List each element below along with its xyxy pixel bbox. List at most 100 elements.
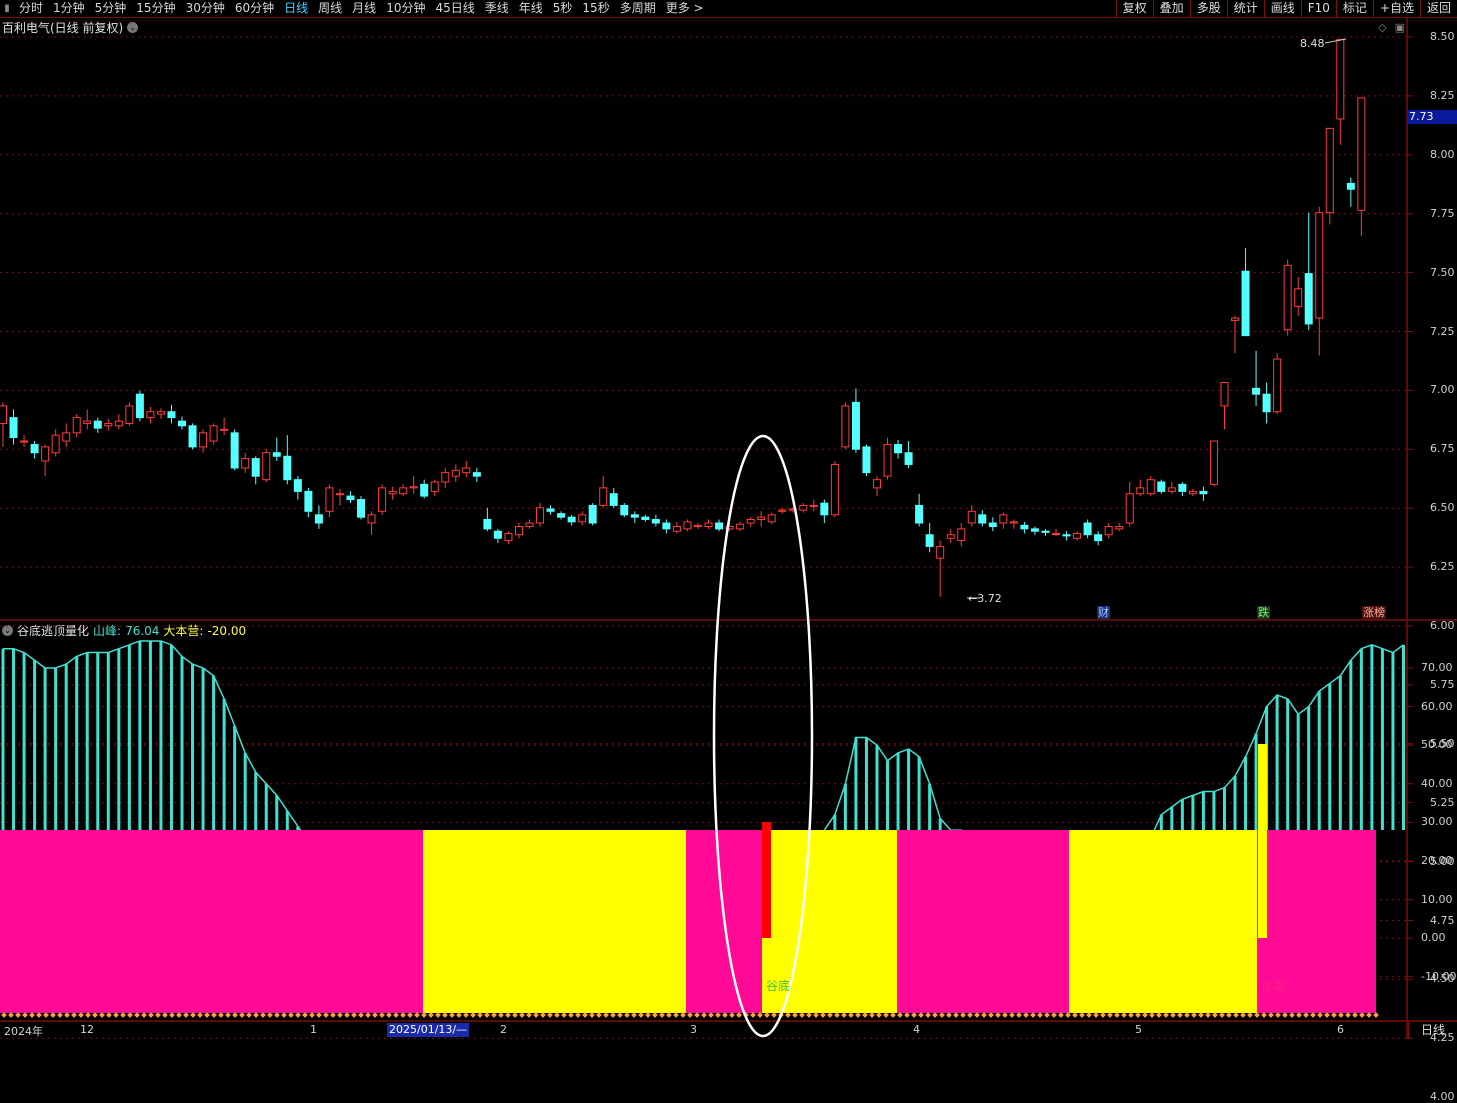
candle-body [820,502,829,516]
base-dot [1016,1012,1022,1018]
base-dot [148,1012,154,1018]
base-dot [1079,1012,1085,1018]
base-dot [589,1012,595,1018]
candle-body [1104,526,1113,536]
base-dot [113,1012,119,1018]
time-axis-label: 5 [1135,1023,1142,1036]
toolbar-button[interactable]: 画线 [1263,0,1301,17]
stock-title[interactable]: 百利电气(日线 前复权) ⌄ [2,19,139,36]
base-dot [1156,1012,1162,1018]
indicator-axis-label: 30.00 [1421,815,1453,829]
tab-period[interactable]: 30分钟 [181,0,230,17]
tab-period[interactable]: 5秒 [548,0,578,17]
base-dot [883,1012,889,1018]
base-dot [1233,1012,1239,1018]
base-dot [659,1012,665,1018]
base-dot [176,1012,182,1018]
base-dot [1191,1012,1197,1018]
candle-body [736,523,745,530]
candle-body [262,452,271,481]
base-dot [1261,1012,1267,1018]
kline-chart[interactable]: 8.48 ←3.72 [0,0,1457,1039]
candle-body [851,401,860,450]
maximize-icon[interactable]: ▣ [1395,21,1405,34]
base-dot [680,1012,686,1018]
base-dot [211,1012,217,1018]
toolbar-button[interactable]: +自选 [1372,0,1420,17]
toolbar-button[interactable]: 多股 [1189,0,1227,17]
base-dot [120,1012,126,1018]
tab-period[interactable]: 45日线 [430,0,479,17]
diamond-icon[interactable]: ◇ [1378,21,1386,34]
badge-die[interactable]: 跌 [1257,606,1270,619]
base-dot [330,1012,336,1018]
indicator-key-peak: 山峰: [93,624,122,638]
indicator-title[interactable]: ⌄ 谷底逃顶量化 山峰: 76.04 大本营: -20.00 [2,622,246,639]
tab-period[interactable]: 分时 [14,0,48,17]
candle-body [999,514,1008,524]
tab-period[interactable]: 10分钟 [381,0,430,17]
base-dot [1184,1012,1190,1018]
price-axis-label: 7.50 [1430,265,1455,279]
candle-body [946,534,955,539]
base-dot [351,1012,357,1018]
base-dot [8,1012,14,1018]
tab-period[interactable]: 5分钟 [90,0,132,17]
tab-period[interactable]: 年线 [514,0,548,17]
toolbar-button[interactable]: 统计 [1226,0,1264,17]
base-dot [1226,1012,1232,1018]
base-dot [155,1012,161,1018]
badge-cai[interactable]: 财 [1097,606,1110,619]
tab-period[interactable]: 日线 [279,0,313,17]
tab-period[interactable]: 15分钟 [131,0,180,17]
tab-period[interactable]: 60分钟 [230,0,279,17]
base-dot [708,1012,714,1018]
candle-body [704,522,713,528]
base-dot [442,1012,448,1018]
base-dot [36,1012,42,1018]
toolbar-button[interactable]: 返回 [1419,0,1457,17]
chevron-down-icon[interactable]: ⌄ [127,22,139,33]
base-dot [631,1012,637,1018]
base-dot [64,1012,70,1018]
indicator-axis-label: 60.00 [1421,699,1453,713]
candle-body [651,518,660,524]
base-dot [1142,1012,1148,1018]
toolbar-button[interactable]: 叠加 [1152,0,1190,17]
base-dot [617,1012,623,1018]
base-dot [561,1012,567,1018]
base-dot [897,1012,903,1018]
candle-body [30,444,39,454]
tab-period[interactable]: 月线 [347,0,381,17]
price-axis-label: 7.75 [1430,206,1455,220]
base-dot [1282,1012,1288,1018]
indicator-value-camp: -20.00 [207,623,247,638]
candle-body [1073,533,1082,539]
tab-period[interactable]: 周线 [313,0,347,17]
candle-body [104,422,113,427]
base-dot [1058,1012,1064,1018]
base-dot [1289,1012,1295,1018]
candle-body [1030,528,1039,532]
toolbar-button[interactable]: 标记 [1335,0,1373,17]
toolbar-button[interactable]: F10 [1300,0,1336,17]
base-dot [925,1012,931,1018]
base-dot [316,1012,322,1018]
toolbar-button[interactable]: 复权 [1115,0,1153,17]
signal-bar-xiaoxie [1258,744,1267,938]
signal-bar-gudi [762,822,771,938]
tab-period[interactable]: 更多 > [661,0,709,17]
tab-period[interactable]: 多周期 [615,0,661,17]
candle-body [672,526,681,532]
toolbar-grip-icon[interactable]: ▮ [0,2,14,15]
candle-body [357,499,366,518]
tab-period[interactable]: 1分钟 [48,0,90,17]
tab-period[interactable]: 15秒 [577,0,614,17]
base-dot [274,1012,280,1018]
candle-body [451,469,460,477]
candle-body [915,504,924,524]
tab-period[interactable]: 季线 [480,0,514,17]
chart-window-controls: ◇ ▣ [1378,21,1405,34]
badge-zhangbang[interactable]: 涨榜 [1362,606,1386,619]
chevron-down-icon[interactable]: ⌄ [2,625,13,636]
